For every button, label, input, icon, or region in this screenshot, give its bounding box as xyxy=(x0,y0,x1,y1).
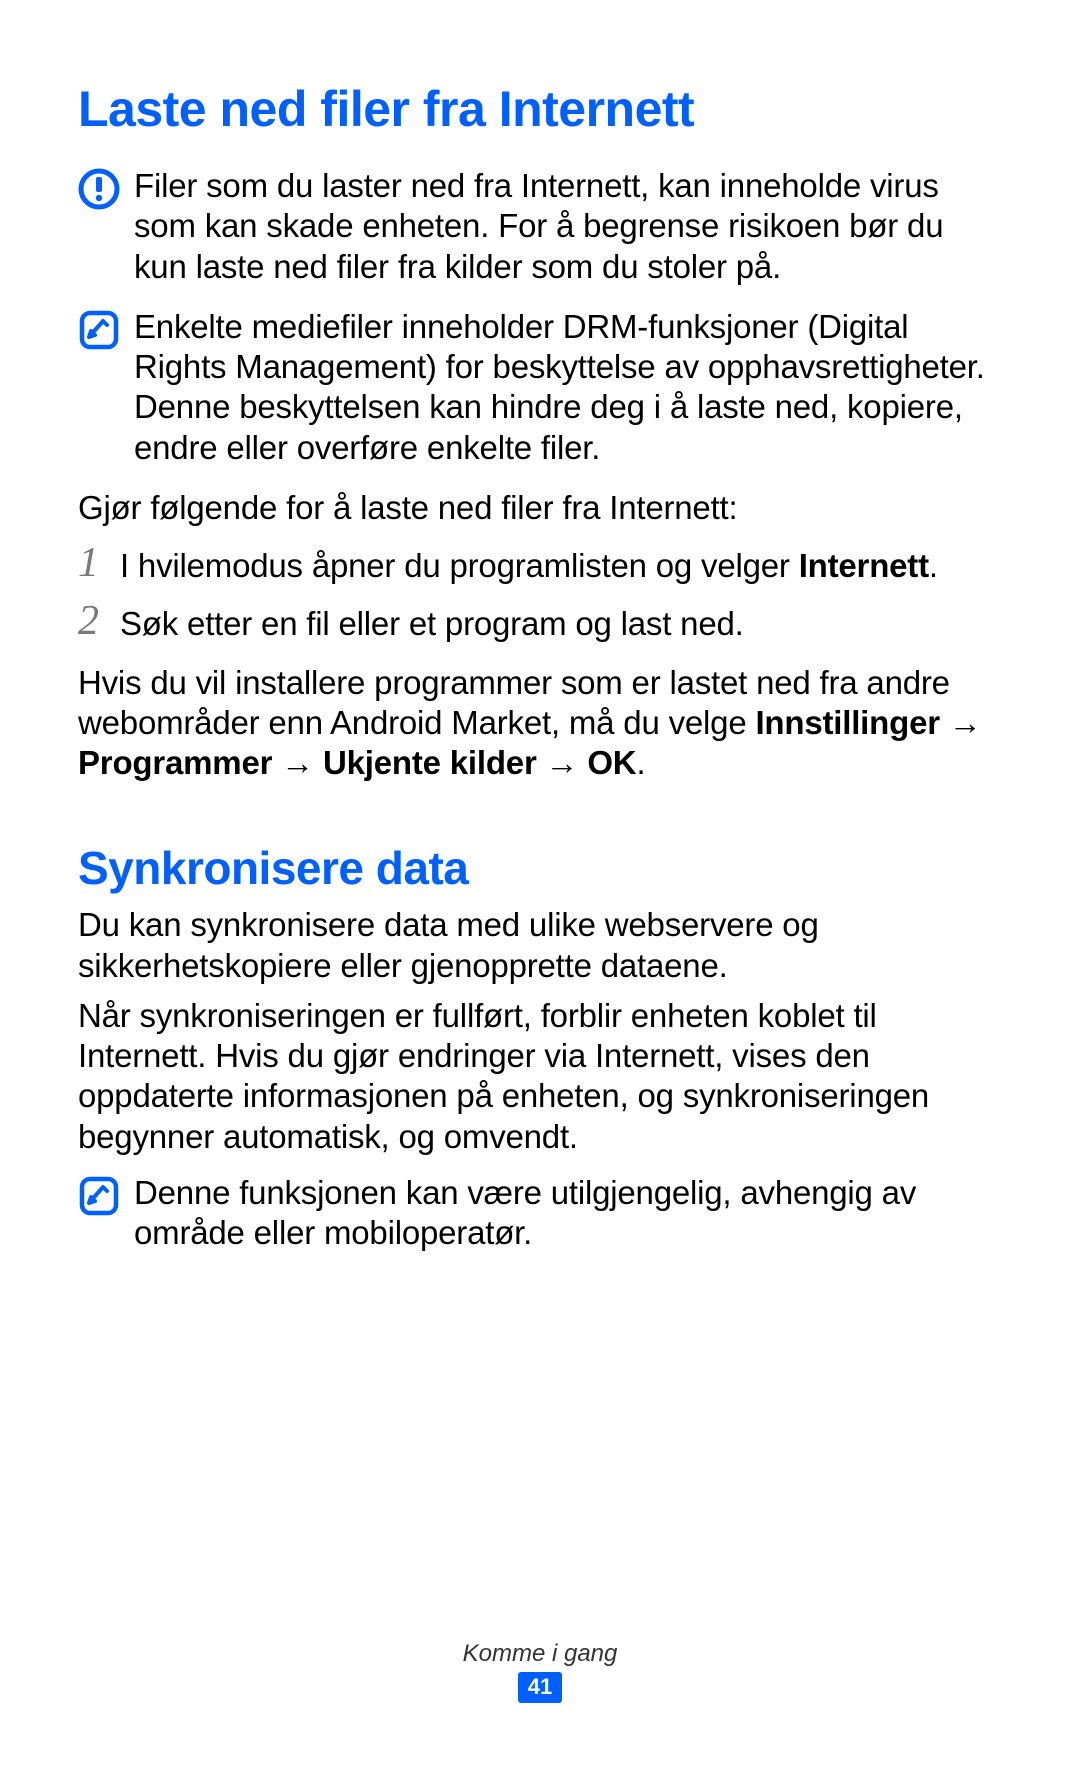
note-icon xyxy=(78,307,134,351)
step-text: I hvilemodus åpner du programlisten og v… xyxy=(120,542,938,586)
info-note: Enkelte mediefiler inneholder DRM-funksj… xyxy=(78,307,1002,468)
warning-icon xyxy=(78,166,134,210)
document-page: Laste ned filer fra Internett Filer som … xyxy=(0,0,1080,1253)
warning-text: Filer som du laster ned fra Internett, k… xyxy=(134,166,1002,287)
note-icon xyxy=(78,1173,134,1217)
info-text: Denne funksjonen kan være utilgjengelig,… xyxy=(134,1173,1002,1254)
footer-chapter: Komme i gang xyxy=(0,1640,1080,1668)
section-heading: Synkronisere data xyxy=(78,841,1002,895)
step-text: Søk etter en fil eller et program og las… xyxy=(120,600,744,644)
page-footer: Komme i gang 41 xyxy=(0,1640,1080,1703)
step-1: 1 I hvilemodus åpner du programlisten og… xyxy=(78,542,1002,586)
paragraph: Når synkroniseringen er fullført, forbli… xyxy=(78,996,1002,1157)
section-heading: Laste ned filer fra Internett xyxy=(78,80,1002,138)
followup-suffix: . xyxy=(636,744,645,781)
info-note: Denne funksjonen kan være utilgjengelig,… xyxy=(78,1173,1002,1254)
intro-text: Gjør følgende for å laste ned filer fra … xyxy=(78,488,1002,528)
step-2: 2 Søk etter en fil eller et program og l… xyxy=(78,600,1002,644)
step-number: 1 xyxy=(78,542,120,584)
step1-prefix: I hvilemodus åpner du programlisten og v… xyxy=(120,547,799,584)
step-number: 2 xyxy=(78,600,120,642)
warning-note: Filer som du laster ned fra Internett, k… xyxy=(78,166,1002,287)
page-number-badge: 41 xyxy=(518,1672,562,1703)
step1-bold: Internett xyxy=(799,547,929,584)
paragraph: Du kan synkronisere data med ulike webse… xyxy=(78,905,1002,986)
info-text: Enkelte mediefiler inneholder DRM-funksj… xyxy=(134,307,1002,468)
followup-text: Hvis du vil installere programmer som er… xyxy=(78,663,1002,784)
step1-suffix: . xyxy=(929,547,938,584)
